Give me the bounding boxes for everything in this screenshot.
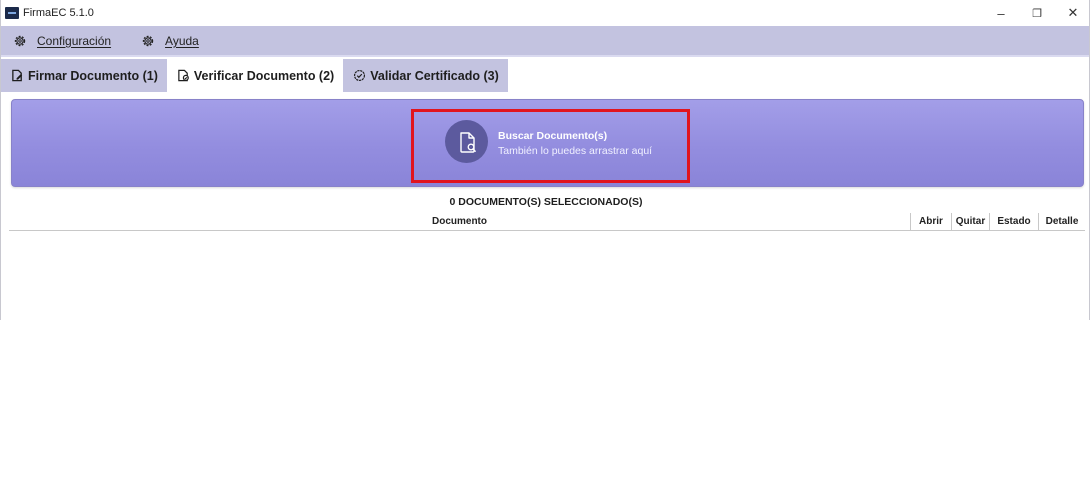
gear-icon [14, 35, 26, 46]
menu-configuracion-label: Configuración [37, 33, 112, 48]
minimize-button[interactable]: – [987, 3, 1015, 23]
close-button[interactable]: ✕ [1059, 3, 1087, 23]
menu-configuracion[interactable]: Configuración [1, 26, 123, 55]
tab-validar-label: Validar Certificado (3) [370, 68, 499, 83]
documents-table-header: Documento Abrir Quitar Estado Detalle [9, 213, 1085, 231]
highlight-box [411, 109, 690, 183]
help-gear-icon [142, 35, 154, 46]
app-logo-icon [5, 7, 19, 19]
restore-button[interactable]: ❐ [1023, 3, 1051, 23]
column-header-documento[interactable]: Documento [9, 213, 910, 230]
column-header-detalle[interactable]: Detalle [1038, 213, 1085, 230]
tab-verificar-documento[interactable]: Verificar Documento (2) [166, 59, 344, 92]
column-header-estado[interactable]: Estado [989, 213, 1038, 230]
menu-ayuda-label: Ayuda [165, 33, 199, 48]
title-bar: FirmaEC 5.1.0 – ❐ ✕ [1, 0, 1089, 26]
sign-document-icon [12, 69, 23, 82]
tab-bar: Firmar Documento (1) Verificar Documento… [1, 59, 508, 92]
tab-firmar-documento[interactable]: Firmar Documento (1) [1, 59, 167, 92]
validate-certificate-icon [354, 69, 366, 82]
app-window: FirmaEC 5.1.0 – ❐ ✕ Configuración Ayuda [0, 0, 1090, 320]
menu-bar: Configuración Ayuda [1, 26, 1089, 57]
verify-document-icon [178, 69, 189, 82]
menu-ayuda[interactable]: Ayuda [129, 26, 211, 55]
tab-firmar-label: Firmar Documento (1) [28, 68, 158, 83]
tab-validar-certificado[interactable]: Validar Certificado (3) [343, 59, 508, 92]
column-header-abrir[interactable]: Abrir [910, 213, 951, 230]
selected-count: 0 DOCUMENTO(S) SELECCIONADO(S) [449, 196, 643, 208]
column-header-quitar[interactable]: Quitar [951, 213, 989, 230]
tab-verificar-label: Verificar Documento (2) [193, 68, 335, 83]
window-title: FirmaEC 5.1.0 [23, 7, 94, 19]
